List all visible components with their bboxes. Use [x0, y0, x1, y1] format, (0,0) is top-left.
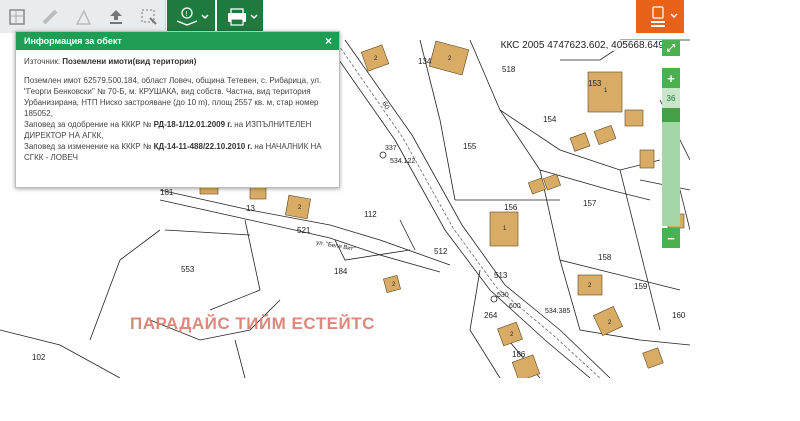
point-label: 600 [509, 303, 521, 310]
parcel-label: 184 [334, 267, 348, 276]
ruler-icon [42, 9, 57, 24]
source-value: Поземлени имоти(вид територия) [62, 57, 197, 66]
zoom-slider-handle[interactable] [662, 108, 680, 122]
parcel-label: 112 [364, 210, 377, 219]
coordinates-readout: ККС 2005 4747623.602, 405668.649 [498, 40, 666, 51]
watermark: ПАРАДАЙС ТИЙМ ЕСТЕЙТС [130, 314, 375, 333]
parcel-label: 153 [588, 79, 602, 88]
point-label: 337 [385, 145, 397, 152]
info-layers-button[interactable]: ! [167, 0, 215, 33]
ruler-button[interactable] [33, 0, 67, 33]
zoom-in-button[interactable]: + [662, 68, 680, 88]
upload-icon [109, 9, 122, 24]
menu-button[interactable] [636, 0, 684, 33]
parcel-label: 186 [512, 350, 526, 359]
popup-header: Информация за обект × [16, 32, 339, 50]
parcel-description: Поземлен имот 62579.500.184, област Лове… [24, 76, 322, 118]
parcel-label: 518 [502, 65, 516, 74]
parcel-label: 102 [32, 353, 46, 362]
measure-angle-button[interactable] [66, 0, 100, 33]
fullscreen-icon[interactable]: ⤢ [662, 40, 680, 56]
point-label: 534.385 [545, 308, 570, 315]
svg-text:!: ! [186, 11, 188, 18]
popup-title: Информация за обект [24, 36, 122, 46]
print-icon [228, 7, 258, 26]
zoom-out-button[interactable]: − [662, 228, 680, 248]
source-label: Източник: [24, 57, 63, 66]
parcel-label: 154 [543, 115, 557, 124]
menu-icon [651, 5, 678, 27]
map-viewport[interactable]: 134 518 153 154 155 156 157 158 159 160 … [0, 0, 690, 378]
approval-value: РД-18-1/12.01.2009 г. [153, 120, 233, 129]
parcel-label: 134 [418, 57, 432, 66]
zoom-level: 36 [662, 88, 680, 108]
parcel-label: 264 [484, 311, 498, 320]
close-icon[interactable]: × [325, 34, 332, 48]
parcel-label: 160 [672, 311, 686, 320]
info-layers-icon: ! [176, 6, 209, 26]
point-label: 534.122 [390, 158, 415, 165]
parcel-label: 157 [583, 199, 597, 208]
change-value: КД-14-11-488/22.10.2010 г. [153, 142, 253, 151]
upload-button[interactable] [99, 0, 133, 33]
parcel-label: 553 [181, 265, 195, 274]
measure-area-button[interactable] [0, 0, 34, 33]
object-info-popup: Информация за обект × Източник: Поземлен… [15, 31, 340, 188]
measure-angle-icon [75, 8, 91, 25]
parcel-label: 521 [297, 226, 311, 235]
point-label: 530 [497, 292, 509, 299]
approval-label: Заповед за одобрение на КККР № [24, 120, 154, 129]
change-label: Заповед за изменение на КККР № [24, 142, 154, 151]
parcel-label: 159 [634, 282, 648, 291]
zoom-slider[interactable] [662, 108, 680, 226]
measure-area-icon [8, 8, 25, 25]
parcel-label: 512 [434, 247, 448, 256]
select-region-icon [141, 9, 157, 25]
popup-body: Източник: Поземлени имоти(вид територия)… [16, 50, 339, 169]
change-order: Заповед за изменение на КККР № КД-14-11-… [24, 141, 331, 163]
parcel-label: 513 [494, 271, 508, 280]
parcel-label: 155 [463, 142, 477, 151]
parcel-label: 13 [246, 204, 255, 213]
approval-order: Заповед за одобрение на КККР № РД-18-1/1… [24, 119, 331, 141]
print-button[interactable] [217, 0, 263, 33]
parcel-label: 181 [160, 188, 174, 197]
parcel-label: 158 [598, 253, 612, 262]
select-region-button[interactable] [132, 0, 166, 33]
popup-source: Източник: Поземлени имоти(вид територия) [24, 56, 331, 67]
parcel-label: 156 [504, 203, 518, 212]
